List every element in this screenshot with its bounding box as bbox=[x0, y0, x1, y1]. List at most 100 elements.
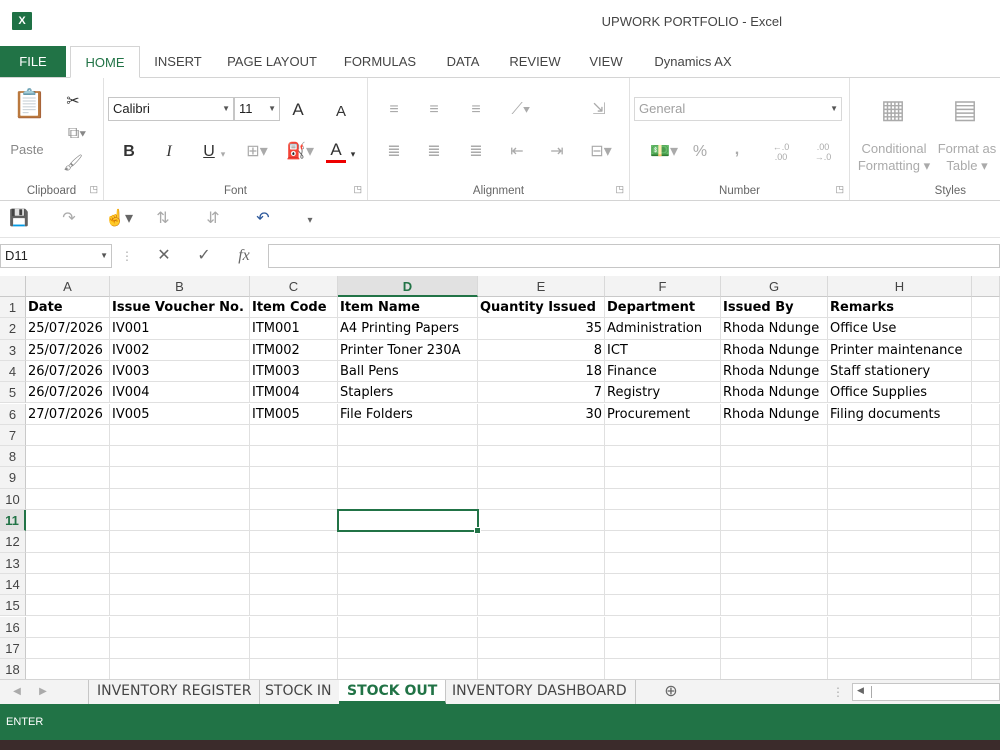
row-header-10[interactable]: 10 bbox=[0, 488, 26, 510]
cell-d14[interactable] bbox=[338, 573, 478, 596]
cell-d12[interactable] bbox=[338, 531, 478, 553]
cell-overflow[interactable] bbox=[972, 339, 1000, 361]
tab-formulas[interactable]: FORMULAS bbox=[338, 46, 422, 78]
cell-d9[interactable] bbox=[338, 467, 478, 489]
cell-a11[interactable] bbox=[26, 510, 110, 532]
row-header-16[interactable]: 16 bbox=[0, 616, 26, 638]
save-icon[interactable]: 💾 bbox=[8, 209, 30, 229]
row-header-12[interactable]: 12 bbox=[0, 531, 26, 553]
cell-overflow[interactable] bbox=[972, 552, 1000, 574]
font-color-dropdown-icon[interactable]: ▾ bbox=[348, 144, 358, 164]
cell-a6[interactable]: 27/07/2026 bbox=[26, 403, 110, 425]
cancel-entry-icon[interactable]: ✕ bbox=[154, 246, 174, 266]
touch-mode-icon[interactable]: ☝▾ bbox=[104, 209, 134, 229]
cell-overflow[interactable] bbox=[972, 467, 1000, 489]
cell-h2[interactable]: Office Use bbox=[828, 318, 972, 340]
cell-h11[interactable] bbox=[828, 510, 972, 532]
bottom-align-icon[interactable]: ≡ bbox=[466, 100, 486, 120]
tab-review[interactable]: REVIEW bbox=[504, 46, 566, 78]
cell-b5[interactable]: IV004 bbox=[110, 382, 250, 404]
row-header-4[interactable]: 4 bbox=[0, 360, 26, 383]
cell-h3[interactable]: Printer maintenance bbox=[828, 339, 972, 361]
grow-font-icon[interactable]: A bbox=[288, 100, 308, 120]
decrease-indent-icon[interactable]: ⇤ bbox=[506, 142, 528, 162]
cell-d16[interactable] bbox=[338, 616, 478, 638]
cell-c11[interactable] bbox=[250, 510, 338, 532]
cell-b4[interactable]: IV003 bbox=[110, 360, 250, 383]
cell-e16[interactable] bbox=[478, 616, 605, 638]
cell-e8[interactable] bbox=[478, 446, 605, 468]
cell-c17[interactable] bbox=[250, 637, 338, 660]
row-header-2[interactable]: 2 bbox=[0, 318, 26, 340]
cell-c7[interactable] bbox=[250, 424, 338, 447]
cell-g17[interactable] bbox=[721, 637, 828, 660]
cell-a13[interactable] bbox=[26, 552, 110, 574]
cell-e17[interactable] bbox=[478, 637, 605, 660]
sort-ascending-icon[interactable]: ⇅ bbox=[152, 209, 174, 229]
cell-d7[interactable] bbox=[338, 424, 478, 447]
cell-b1[interactable]: Issue Voucher No. bbox=[110, 297, 250, 319]
increase-decimal-button[interactable]: ←.0 .00 bbox=[766, 142, 796, 162]
cell-c2[interactable]: ITM001 bbox=[250, 318, 338, 340]
cell-overflow[interactable] bbox=[972, 403, 1000, 425]
cell-b2[interactable]: IV001 bbox=[110, 318, 250, 340]
cell-f11[interactable] bbox=[605, 510, 721, 532]
cell-c12[interactable] bbox=[250, 531, 338, 553]
column-header-d[interactable]: D bbox=[338, 276, 478, 297]
cell-f14[interactable] bbox=[605, 573, 721, 596]
shrink-font-icon[interactable]: A bbox=[332, 102, 350, 122]
cell-c10[interactable] bbox=[250, 488, 338, 510]
insert-function-icon[interactable]: fx bbox=[232, 246, 256, 266]
conditional-formatting-icon[interactable]: ▦ bbox=[876, 92, 910, 126]
font-launcher-icon[interactable]: ◳ bbox=[353, 184, 362, 195]
cell-c18[interactable] bbox=[250, 659, 338, 679]
cell-a2[interactable]: 25/07/2026 bbox=[26, 318, 110, 340]
column-header-a[interactable]: A bbox=[26, 276, 110, 297]
tab-splitter-icon[interactable]: ⋮ bbox=[832, 682, 844, 702]
cell-overflow[interactable] bbox=[972, 659, 1000, 679]
cell-b16[interactable] bbox=[110, 616, 250, 638]
format-as-table-icon[interactable]: ▤ bbox=[948, 92, 982, 126]
cell-overflow[interactable] bbox=[972, 573, 1000, 596]
cell-f9[interactable] bbox=[605, 467, 721, 489]
cell-f13[interactable] bbox=[605, 552, 721, 574]
cell-c8[interactable] bbox=[250, 446, 338, 468]
cell-overflow[interactable] bbox=[972, 446, 1000, 468]
cell-g13[interactable] bbox=[721, 552, 828, 574]
cell-a10[interactable] bbox=[26, 488, 110, 510]
fill-color-icon[interactable]: ⛽▾ bbox=[284, 142, 316, 162]
cell-f17[interactable] bbox=[605, 637, 721, 660]
cell-g8[interactable] bbox=[721, 446, 828, 468]
cell-b15[interactable] bbox=[110, 595, 250, 617]
name-box[interactable]: D11 ▼ bbox=[0, 244, 112, 268]
underline-dropdown-icon[interactable]: ▾ bbox=[218, 144, 228, 164]
cell-a1[interactable]: Date bbox=[26, 297, 110, 319]
cell-d5[interactable]: Staplers bbox=[338, 382, 478, 404]
add-sheet-icon[interactable]: ⊕ bbox=[660, 682, 682, 702]
cell-a16[interactable] bbox=[26, 616, 110, 638]
cell-overflow[interactable] bbox=[972, 424, 1000, 447]
cell-f6[interactable]: Procurement bbox=[605, 403, 721, 425]
cell-overflow[interactable] bbox=[972, 531, 1000, 553]
top-align-icon[interactable]: ≡ bbox=[384, 100, 404, 120]
row-header-11[interactable]: 11 bbox=[0, 510, 26, 532]
cell-b12[interactable] bbox=[110, 531, 250, 553]
cell-b3[interactable]: IV002 bbox=[110, 339, 250, 361]
cell-f7[interactable] bbox=[605, 424, 721, 447]
cell-g16[interactable] bbox=[721, 616, 828, 638]
cell-b17[interactable] bbox=[110, 637, 250, 660]
bold-button[interactable]: B bbox=[120, 142, 138, 162]
cell-h1[interactable]: Remarks bbox=[828, 297, 972, 319]
scroll-left-icon[interactable]: ◀ bbox=[857, 685, 864, 696]
cell-h12[interactable] bbox=[828, 531, 972, 553]
cell-d10[interactable] bbox=[338, 488, 478, 510]
cell-e4[interactable]: 18 bbox=[478, 360, 605, 383]
cell-b11[interactable] bbox=[110, 510, 250, 532]
cell-a5[interactable]: 26/07/2026 bbox=[26, 382, 110, 404]
copy-icon[interactable]: ⧉▾ bbox=[62, 124, 92, 144]
cell-e12[interactable] bbox=[478, 531, 605, 553]
cell-a3[interactable]: 25/07/2026 bbox=[26, 339, 110, 361]
cell-d4[interactable]: Ball Pens bbox=[338, 360, 478, 383]
cell-overflow[interactable] bbox=[972, 595, 1000, 617]
tab-page-layout[interactable]: PAGE LAYOUT bbox=[224, 46, 320, 78]
